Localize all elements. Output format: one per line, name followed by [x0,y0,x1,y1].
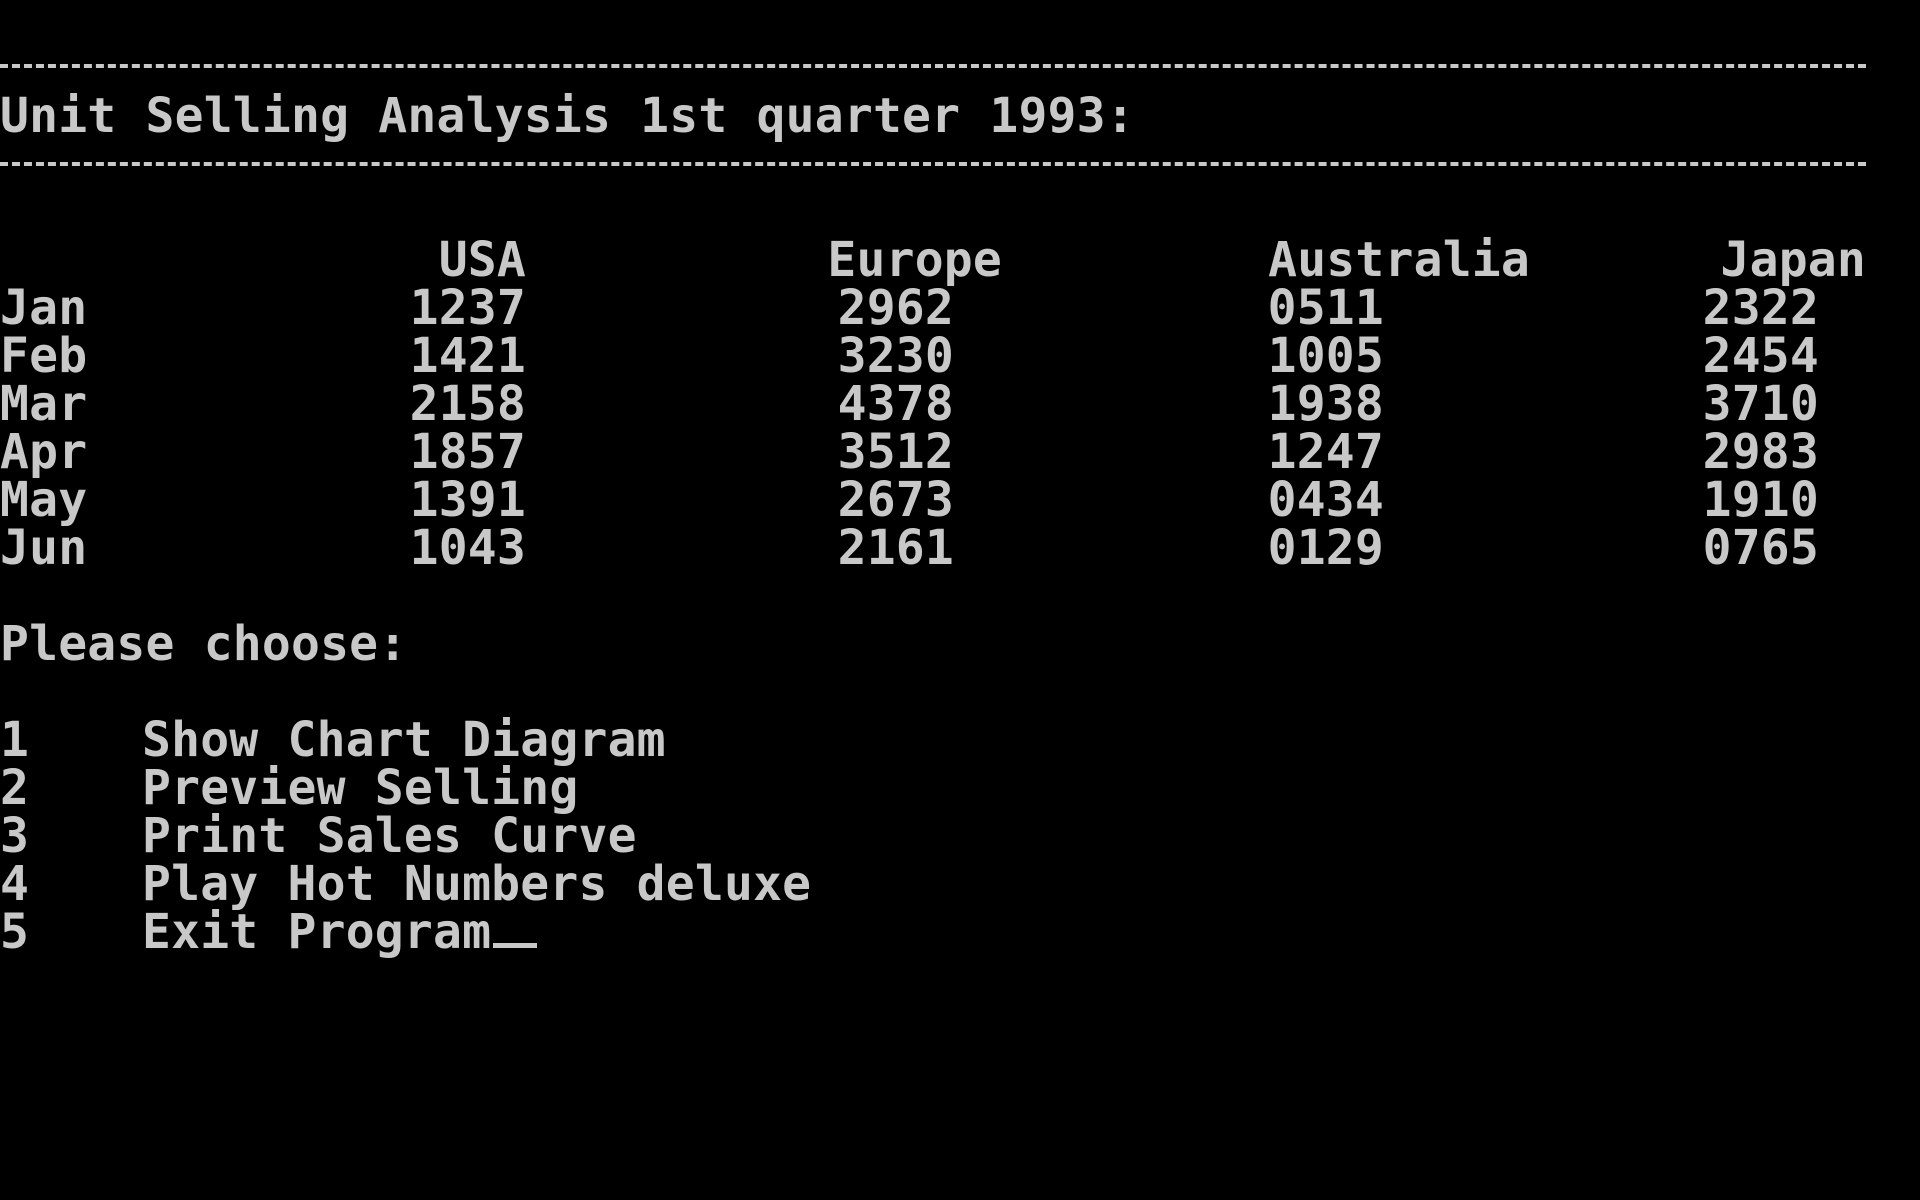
cell-australia: 1247 [1267,424,1384,480]
cell-australia: 0434 [1267,472,1384,528]
column-header-japan: Japan [1720,232,1866,288]
column-header-usa: USA [438,232,526,288]
cell-japan: 2454 [1702,328,1819,384]
cell-australia: 1938 [1267,376,1384,432]
top-dashed-rule [0,64,1866,68]
cell-europe: 2161 [837,520,954,576]
menu-item-key: 3 [0,808,30,864]
cell-usa: 1237 [409,280,526,336]
report-title: Unit Selling Analysis 1st quarter 1993: [0,88,1135,144]
menu-item-key: 2 [0,760,30,816]
cell-europe: 4378 [837,376,954,432]
menu-item-key: 4 [0,856,30,912]
menu-item-key: 1 [0,712,30,768]
cell-australia: 0511 [1267,280,1384,336]
cell-usa: 1857 [409,424,526,480]
cell-europe: 3512 [837,424,954,480]
row-month: May [0,472,88,528]
cell-europe: 3230 [837,328,954,384]
cell-europe: 2673 [837,472,954,528]
cell-europe: 2962 [837,280,954,336]
text-cursor [493,943,538,948]
column-header-europe: Europe [827,232,1002,288]
row-month: Jan [0,280,88,336]
menu-item-label-wrapper: Exit Program [142,908,538,956]
cell-japan: 2322 [1702,280,1819,336]
menu-prompt: Please choose: [0,616,408,672]
bottom-dashed-rule [0,162,1866,166]
cell-japan: 0765 [1702,520,1819,576]
row-month: Mar [0,376,88,432]
cell-usa: 1391 [409,472,526,528]
menu-item-label: Preview Selling [142,760,579,816]
menu-item-label: Print Sales Curve [142,808,637,864]
row-month: Feb [0,328,88,384]
dos-terminal-screen: Unit Selling Analysis 1st quarter 1993: … [0,0,1920,1200]
cell-usa: 1421 [409,328,526,384]
menu-item-label: Exit Program [142,904,492,960]
cell-japan: 2983 [1702,424,1819,480]
cell-japan: 3710 [1702,376,1819,432]
cell-usa: 1043 [409,520,526,576]
cell-usa: 2158 [409,376,526,432]
menu-item-label: Play Hot Numbers deluxe [142,856,812,912]
menu-item-label: Show Chart Diagram [142,712,666,768]
row-month: Jun [0,520,88,576]
cell-australia: 1005 [1267,328,1384,384]
cell-japan: 1910 [1702,472,1819,528]
menu-item-key: 5 [0,904,30,960]
row-month: Apr [0,424,88,480]
column-header-australia: Australia [1268,232,1530,288]
cell-australia: 0129 [1267,520,1384,576]
